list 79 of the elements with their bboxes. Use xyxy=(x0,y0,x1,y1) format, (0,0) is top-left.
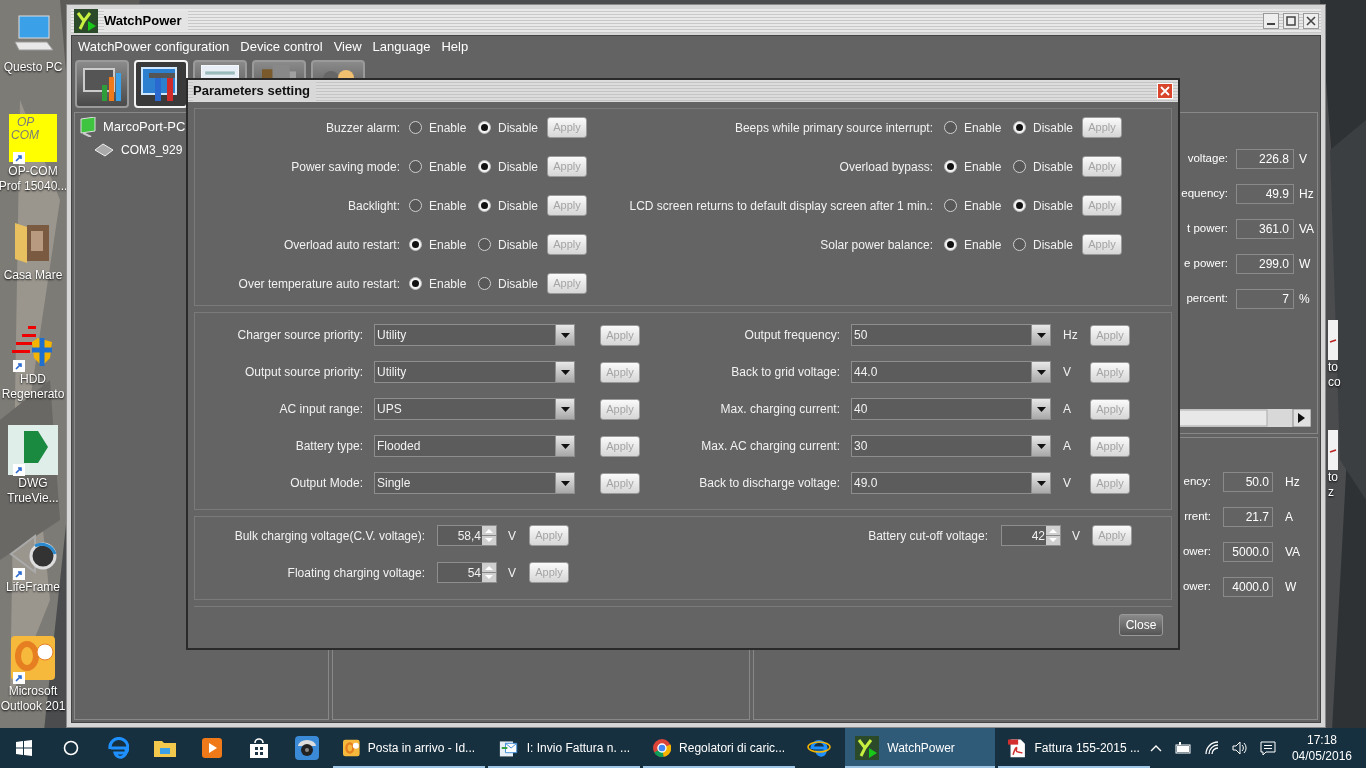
reading-value: 361.0 xyxy=(1236,219,1294,239)
reading-label: ower: xyxy=(1182,579,1211,595)
reading-label: e power: xyxy=(1183,256,1228,272)
setting-label: Max. charging current: xyxy=(719,401,840,418)
option-label: Enable xyxy=(964,119,1002,137)
setting-label: Back to grid voltage: xyxy=(730,364,840,381)
dialog-title: Parameters setting xyxy=(193,81,317,101)
unit-label: V xyxy=(1063,476,1071,490)
option-label: Enable xyxy=(429,197,467,215)
option-label: Enable xyxy=(964,158,1002,176)
unit-label: Hz xyxy=(1299,186,1315,203)
setting-label: Over temperature auto restart: xyxy=(237,275,400,293)
unit-label: A xyxy=(1063,439,1071,453)
unit-label: VA xyxy=(1285,544,1302,561)
reading-label: ower: xyxy=(1182,544,1211,560)
reading-value: 226.8 xyxy=(1236,149,1294,169)
option-label: Disable xyxy=(498,275,539,293)
option-label: Enable xyxy=(964,236,1002,254)
setting-label: AC input range: xyxy=(278,401,363,418)
reading-label: percent: xyxy=(1186,291,1228,307)
setting-label: LCD screen returns to default display screen after 1 min.: xyxy=(628,197,933,215)
unit-label: V xyxy=(1063,365,1071,379)
setting-label: Overload auto restart: xyxy=(282,236,400,254)
setting-label: Charger source priority: xyxy=(236,327,363,344)
setting-label: Floating charging voltage: xyxy=(286,564,425,582)
option-label: Disable xyxy=(1033,197,1074,215)
option-label: Disable xyxy=(498,158,539,176)
reading-label: equency: xyxy=(1181,186,1228,202)
setting-label: Battery type: xyxy=(294,438,363,455)
option-label: Enable xyxy=(429,119,467,137)
icon-text: COM xyxy=(11,129,39,142)
setting-label: Output source priority: xyxy=(243,364,363,381)
reading-label: ency: xyxy=(1183,474,1211,490)
reading-value: 50.0 xyxy=(1223,472,1273,492)
setting-label: Output frequency: xyxy=(743,327,840,344)
unit-label: VA xyxy=(1299,221,1316,238)
reading-label: t power: xyxy=(1187,221,1228,237)
reading-label: voltage: xyxy=(1187,151,1228,167)
reading-value: 299.0 xyxy=(1236,254,1294,274)
reading-value: 5000.0 xyxy=(1223,542,1273,562)
setting-label: Solar power balance: xyxy=(819,236,933,254)
unit-label: V xyxy=(1299,151,1308,168)
option-label: Enable xyxy=(429,158,467,176)
option-label: Enable xyxy=(429,236,467,254)
unit-label: Hz xyxy=(1285,474,1301,491)
setting-label: Bulk charging voltage(C.V. voltage): xyxy=(233,527,425,545)
setting-label: Buzzer alarm: xyxy=(324,119,400,137)
option-label: Disable xyxy=(498,236,539,254)
window-title: WatchPower xyxy=(104,11,188,31)
setting-label: Output Mode: xyxy=(289,475,363,492)
option-label: Disable xyxy=(498,119,539,137)
option-label: Enable xyxy=(429,275,467,293)
setting-label: Beeps while primary source interrupt: xyxy=(733,119,933,137)
unit-label: A xyxy=(1063,402,1071,416)
setting-label: Back to discharge voltage: xyxy=(698,475,840,492)
reading-value: 49.9 xyxy=(1236,184,1294,204)
unit-label: V xyxy=(508,565,516,580)
setting-label: Backlight: xyxy=(346,197,400,215)
option-label: Disable xyxy=(1033,119,1074,137)
option-label: Disable xyxy=(498,197,539,215)
unit-label: W xyxy=(1299,256,1312,273)
reading-value: 21.7 xyxy=(1223,507,1273,527)
unit-label: Hz xyxy=(1063,328,1078,342)
unit-label: V xyxy=(1072,528,1080,543)
reading-value: 4000.0 xyxy=(1223,577,1273,597)
option-label: Disable xyxy=(1033,158,1074,176)
icon-text: OP xyxy=(17,116,35,129)
setting-label: Power saving mode: xyxy=(290,158,400,176)
reading-label: rrent: xyxy=(1184,509,1211,525)
unit-label: W xyxy=(1285,579,1298,596)
setting-label: Max. AC charging current: xyxy=(700,438,840,455)
option-label: Enable xyxy=(964,197,1002,215)
reading-value: 7 xyxy=(1236,289,1294,309)
setting-label: Battery cut-off voltage: xyxy=(867,527,988,545)
setting-label: Overload bypass: xyxy=(838,158,933,176)
unit-label: V xyxy=(508,528,516,543)
option-label: Disable xyxy=(1033,236,1074,254)
unit-label: A xyxy=(1285,509,1294,526)
unit-label: % xyxy=(1299,291,1311,308)
